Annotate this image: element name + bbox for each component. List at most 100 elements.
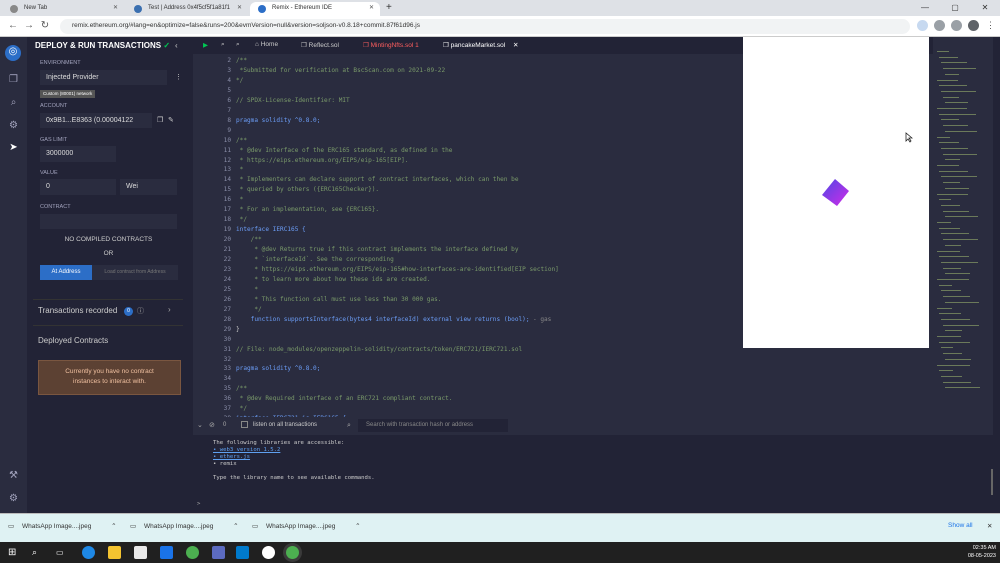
mail-icon[interactable]: [160, 546, 173, 559]
clear-icon[interactable]: ⊘: [209, 421, 215, 429]
line-number: 15: [223, 186, 231, 194]
terminal-search-input[interactable]: Search with transaction hash or address: [358, 419, 508, 432]
browser-tab-new-tab[interactable]: New Tab ✕: [2, 2, 124, 16]
close-icon[interactable]: ✕: [237, 4, 242, 11]
at-address-button[interactable]: At Address: [40, 265, 92, 280]
maximize-button[interactable]: ▢: [940, 0, 970, 16]
search-icon[interactable]: ⌕: [7, 96, 20, 109]
info-icon: ⓘ: [137, 308, 144, 315]
terminal-link-web3[interactable]: • web3 version 1.5.2: [213, 447, 280, 453]
code-line: */: [236, 405, 248, 413]
zoom-in-icon[interactable]: ⌕: [236, 41, 240, 49]
terminal-prompt[interactable]: >: [197, 501, 200, 507]
download-item[interactable]: ▭ WhatsApp Image....jpeg ⌃: [252, 522, 361, 530]
chrome-icon[interactable]: [186, 546, 199, 559]
value-input[interactable]: 0: [40, 179, 116, 195]
minimize-button[interactable]: —: [910, 0, 940, 16]
line-number: 37: [223, 405, 231, 413]
browser-tab-bscscan[interactable]: Test | Address 0x4f5cf5f1a81f1 ✕: [126, 2, 248, 16]
tab-pancakemarket[interactable]: ❐ pancakeMarket.sol ✕: [443, 41, 518, 49]
gas-limit-input[interactable]: 3000000: [40, 146, 116, 162]
more-icon[interactable]: ⋮: [175, 73, 182, 81]
download-item[interactable]: ▭ WhatsApp Image....jpeg ⌃: [8, 522, 117, 530]
value-unit-select[interactable]: Wei: [120, 179, 177, 195]
deployed-contracts-section: Deployed Contracts: [33, 325, 183, 349]
url-bar[interactable]: remix.ethereum.org/#lang=en&optimize=fal…: [60, 19, 910, 34]
file-explorer-icon[interactable]: [108, 546, 121, 559]
windows-start-icon[interactable]: ⊞: [8, 546, 21, 559]
extensions-icon[interactable]: [934, 20, 945, 31]
plugin-manager-icon[interactable]: ⚒: [7, 469, 20, 482]
deploy-icon[interactable]: ➤: [7, 141, 20, 154]
task-view-icon[interactable]: ▭: [56, 546, 69, 559]
code-line: interface IERC165 {: [236, 226, 306, 234]
zoom-out-icon[interactable]: ⌕: [221, 41, 225, 49]
chevron-right-icon[interactable]: ›: [168, 305, 171, 314]
browser-tab-remix[interactable]: Remix - Ethereum IDE ✕: [250, 2, 380, 16]
tab-mintingnfts[interactable]: ❐ MintingNfts.sol 1: [363, 41, 419, 49]
chevron-up-icon[interactable]: ⌃: [355, 523, 360, 530]
close-icon[interactable]: ✕: [369, 4, 374, 11]
close-icon[interactable]: ‹: [175, 41, 178, 50]
app-icon[interactable]: [212, 546, 225, 559]
terminal-scrollbar[interactable]: [991, 469, 993, 495]
code-line: // File: node_modules/openzeppelin-solid…: [236, 345, 523, 353]
run-icon[interactable]: ▶: [203, 41, 208, 49]
terminal-link-ethers[interactable]: • ethers.js: [213, 454, 250, 460]
code-editor[interactable]: 2 /** 3 *Submitted for verification at Bsc…: [193, 54, 738, 417]
contract-select[interactable]: [40, 214, 177, 229]
download-item[interactable]: ▭ WhatsApp Image....jpeg ⌃: [130, 522, 239, 530]
or-label: OR: [103, 250, 114, 257]
back-icon[interactable]: ←: [6, 19, 20, 33]
minimap-line: [939, 370, 953, 372]
minimap-line: [937, 51, 949, 52]
line-number: 18: [223, 216, 231, 224]
sidebar-icon[interactable]: [951, 20, 962, 31]
minimap-line: [939, 227, 960, 229]
search-icon[interactable]: ⌕: [32, 546, 45, 559]
close-window-button[interactable]: ✕: [970, 0, 1000, 16]
new-tab-button[interactable]: +: [386, 2, 392, 13]
line-number: 32: [223, 355, 231, 363]
line-number: 17: [223, 206, 231, 214]
show-all-button[interactable]: Show all: [948, 522, 973, 529]
compiler-icon[interactable]: ⚙: [7, 119, 20, 132]
file-explorer-icon[interactable]: ❐: [7, 73, 20, 86]
transactions-recorded-row[interactable]: Transactions recorded 0 ⓘ ›: [33, 299, 183, 323]
account-select[interactable]: 0x9B1...E8363 (0.00004122: [40, 113, 152, 128]
code-line: pragma solidity ^0.8.0;: [236, 116, 321, 124]
vscode-icon[interactable]: [236, 546, 249, 559]
minimap-line: [937, 307, 952, 309]
tab-reflect[interactable]: ❐ Reflect.sol: [301, 41, 339, 49]
menu-icon[interactable]: ⋮: [985, 20, 996, 31]
url-text: remix.ethereum.org/#lang=en&optimize=fal…: [72, 22, 420, 29]
close-icon[interactable]: ✕: [513, 42, 518, 49]
minimap-line: [939, 199, 951, 201]
collapse-icon[interactable]: ⌄: [197, 421, 203, 429]
edit-icon[interactable]: ✎: [168, 116, 174, 124]
close-icon[interactable]: ✕: [987, 522, 992, 530]
code-minimap[interactable]: [933, 37, 993, 417]
remix-logo-icon[interactable]: ◎: [5, 45, 21, 61]
load-contract-input[interactable]: Load contract from Address: [92, 265, 178, 280]
tab-home[interactable]: ⌂ Home: [255, 41, 278, 48]
account-icon[interactable]: [968, 20, 979, 31]
close-icon[interactable]: ✕: [113, 4, 118, 11]
chevron-up-icon[interactable]: ⌃: [111, 523, 116, 530]
listen-checkbox[interactable]: [241, 421, 248, 428]
copy-icon[interactable]: ❐: [157, 116, 163, 124]
chrome-active-icon[interactable]: [286, 546, 299, 559]
forward-icon[interactable]: →: [22, 19, 36, 33]
app-icon[interactable]: [262, 546, 275, 559]
tab-title: Remix - Ethereum IDE: [272, 5, 333, 11]
profile-icon[interactable]: [917, 20, 928, 31]
code-line: * Implementers can declare support of co…: [236, 176, 519, 184]
file-icon: ▭: [8, 523, 15, 530]
chevron-up-icon[interactable]: ⌃: [233, 523, 238, 530]
edge-icon[interactable]: [82, 546, 95, 559]
environment-select[interactable]: Injected Provider: [40, 70, 167, 85]
minimap-line: [943, 96, 959, 98]
store-icon[interactable]: [134, 546, 147, 559]
reload-icon[interactable]: ↻: [38, 19, 52, 33]
settings-icon[interactable]: ⚙: [7, 492, 20, 505]
